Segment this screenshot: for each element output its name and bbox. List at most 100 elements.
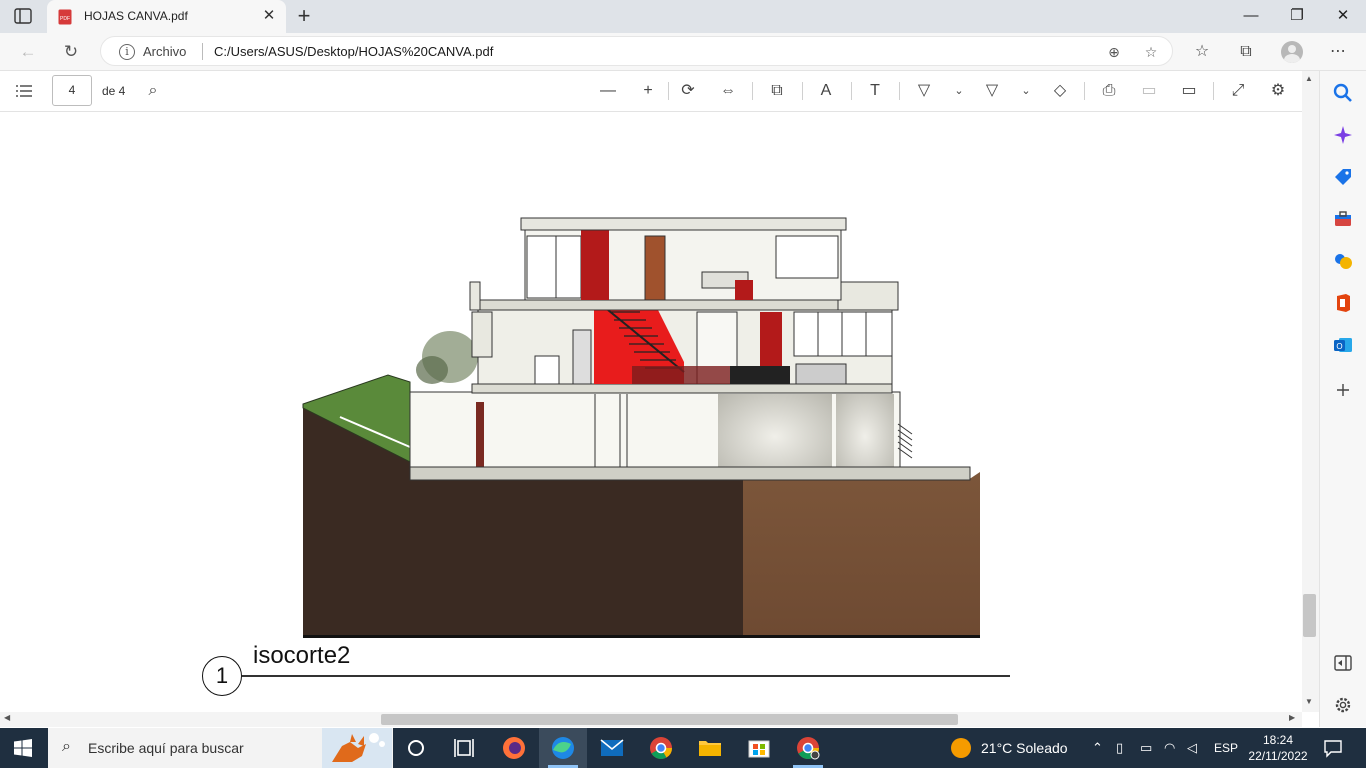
outlook-icon[interactable]: O — [1332, 334, 1354, 356]
clock-date: 22/11/2022 — [1248, 749, 1308, 763]
tab-close-icon[interactable]: ✕ — [261, 8, 277, 24]
back-icon[interactable]: ← — [15, 39, 41, 65]
restore-button[interactable]: ❐ — [1274, 0, 1320, 32]
svg-text:PDF: PDF — [60, 16, 70, 22]
vertical-scroll-thumb[interactable] — [1303, 594, 1316, 637]
draw-dropdown-icon[interactable]: ⌄ — [946, 79, 972, 103]
microsoft-store-icon[interactable] — [735, 728, 783, 768]
profile-avatar[interactable] — [1281, 41, 1303, 63]
minimize-button[interactable]: — — [1228, 0, 1274, 32]
erase-icon[interactable]: ◇ — [1047, 79, 1073, 103]
collections-icon[interactable]: ⧉ — [1232, 39, 1260, 65]
url-text[interactable]: C:/Users/ASUS/Desktop/HOJAS%20CANVA.pdf — [214, 44, 493, 59]
add-favorite-icon[interactable]: ☆ — [1141, 42, 1161, 62]
fullscreen-icon[interactable]: ⤢ — [1225, 79, 1251, 103]
sidebar-search-icon[interactable] — [1332, 82, 1354, 104]
hide-sidebar-icon[interactable] — [1332, 652, 1354, 674]
add-sidebar-app-icon[interactable] — [1332, 379, 1354, 401]
taskbar-search-placeholder: Escribe aquí para buscar — [88, 740, 244, 756]
print-icon[interactable]: ⎙ — [1096, 79, 1122, 103]
fit-width-icon[interactable]: ⇔ — [715, 79, 741, 103]
text-box-icon[interactable]: T — [862, 79, 888, 103]
taskbar-search-icon: ⌕ — [62, 738, 71, 755]
house-section-drawing — [302, 217, 980, 638]
edge-icon — [552, 737, 574, 759]
info-icon[interactable]: i — [119, 44, 135, 60]
vertical-scrollbar[interactable]: ▲ ▼ — [1302, 71, 1319, 712]
highlight-dropdown-icon[interactable]: ⌄ — [1013, 79, 1039, 103]
search-highlight-fox-icon[interactable] — [322, 728, 392, 768]
toolbar-divider — [668, 82, 669, 100]
more-menu-icon[interactable]: ⋯ — [1324, 39, 1352, 65]
section-number: 1 — [202, 656, 242, 696]
save-as-icon[interactable]: ▭ — [1176, 79, 1202, 103]
draw-icon[interactable]: ▽ — [911, 79, 937, 103]
read-aloud-icon[interactable]: A — [813, 79, 839, 103]
settings-icon[interactable]: ⚙ — [1265, 79, 1291, 103]
tab-actions-icon[interactable] — [14, 8, 32, 24]
pdf-toolbar: 4 de 4 ⌕ — + ⟳ ⇔ ⧉ A T ▽ ⌄ ▽ ⌄ ◇ ⎙ ▭ ▭ ⤢… — [0, 71, 1302, 112]
section-underline — [242, 675, 1010, 677]
zoom-out-icon[interactable]: — — [595, 79, 621, 103]
edge-sidebar: O — [1319, 71, 1366, 727]
toolbar-divider — [1213, 82, 1214, 100]
file-explorer-icon[interactable] — [686, 728, 734, 768]
weather-text[interactable]: 21°C Soleado — [981, 740, 1068, 756]
pdf-page: isocorte2 1 — [0, 112, 1302, 712]
highlight-icon[interactable]: ▽ — [979, 79, 1005, 103]
site-label: Archivo — [143, 44, 187, 59]
new-tab-button[interactable]: + — [292, 5, 316, 28]
zoom-in-icon[interactable]: + — [635, 79, 661, 103]
pdf-file-icon: PDF — [58, 9, 72, 25]
weather-sun-icon[interactable] — [950, 737, 972, 759]
page-number-input[interactable]: 4 — [52, 75, 92, 106]
scroll-down-icon[interactable]: ▼ — [1305, 697, 1313, 706]
task-view-icon[interactable] — [440, 728, 488, 768]
copilot-icon[interactable] — [1332, 124, 1354, 146]
toolbar-divider — [899, 82, 900, 100]
firefox-icon[interactable] — [490, 728, 538, 768]
meet-now-icon[interactable]: ▯ — [1116, 740, 1123, 756]
mail-icon[interactable] — [588, 728, 636, 768]
office-icon[interactable] — [1332, 292, 1354, 314]
taskbar-search-box[interactable]: ⌕ Escribe aquí para buscar — [48, 728, 393, 768]
scroll-up-icon[interactable]: ▲ — [1305, 74, 1313, 83]
favorites-icon[interactable]: ☆ — [1188, 39, 1216, 65]
language-indicator[interactable]: ESP — [1214, 741, 1238, 755]
table-of-contents-icon[interactable] — [14, 82, 34, 100]
volume-icon[interactable]: ◁ — [1187, 740, 1197, 756]
taskbar-chrome-profile[interactable] — [784, 728, 832, 768]
toolbar-divider — [851, 82, 852, 100]
scroll-right-icon[interactable]: ▶ — [1289, 713, 1295, 722]
battery-icon[interactable]: ▭ — [1140, 740, 1152, 756]
page-view-icon[interactable]: ⧉ — [764, 79, 790, 103]
refresh-icon[interactable]: ↻ — [58, 39, 84, 65]
windows-start-icon[interactable] — [14, 739, 32, 757]
search-icon[interactable]: ⌕ — [140, 79, 166, 103]
clock[interactable]: 18:24 22/11/2022 — [1246, 732, 1310, 764]
taskbar-edge[interactable] — [539, 728, 587, 768]
tab-pdf[interactable]: PDF HOJAS CANVA.pdf ✕ — [47, 0, 286, 33]
address-separator — [202, 43, 203, 60]
zoom-icon[interactable]: ⊕ — [1104, 42, 1124, 62]
toolbar-divider — [752, 82, 753, 100]
horizontal-scrollbar[interactable]: ◀ ▶ — [0, 712, 1302, 727]
shopping-icon[interactable] — [1332, 166, 1354, 188]
scroll-left-icon[interactable]: ◀ — [4, 713, 10, 722]
tab-strip: PDF HOJAS CANVA.pdf ✕ + — ❐ ✕ — [0, 0, 1366, 33]
address-bar[interactable]: i Archivo C:/Users/ASUS/Desktop/HOJAS%20… — [100, 36, 1173, 66]
games-icon[interactable] — [1332, 250, 1354, 272]
cortana-icon[interactable] — [392, 728, 440, 768]
wifi-icon[interactable]: ◠ — [1164, 740, 1175, 756]
chrome-icon[interactable] — [637, 728, 685, 768]
save-icon[interactable]: ▭ — [1136, 79, 1162, 103]
show-hidden-icons-icon[interactable]: ⌃ — [1092, 740, 1103, 756]
close-window-button[interactable]: ✕ — [1320, 0, 1366, 32]
roof — [520, 217, 847, 231]
rotate-icon[interactable]: ⟳ — [675, 79, 701, 103]
sidebar-settings-icon[interactable] — [1332, 694, 1354, 716]
notifications-icon[interactable] — [1323, 738, 1343, 758]
tools-icon[interactable] — [1332, 208, 1354, 230]
section-title: isocorte2 — [253, 642, 351, 669]
horizontal-scroll-thumb[interactable] — [381, 714, 958, 725]
